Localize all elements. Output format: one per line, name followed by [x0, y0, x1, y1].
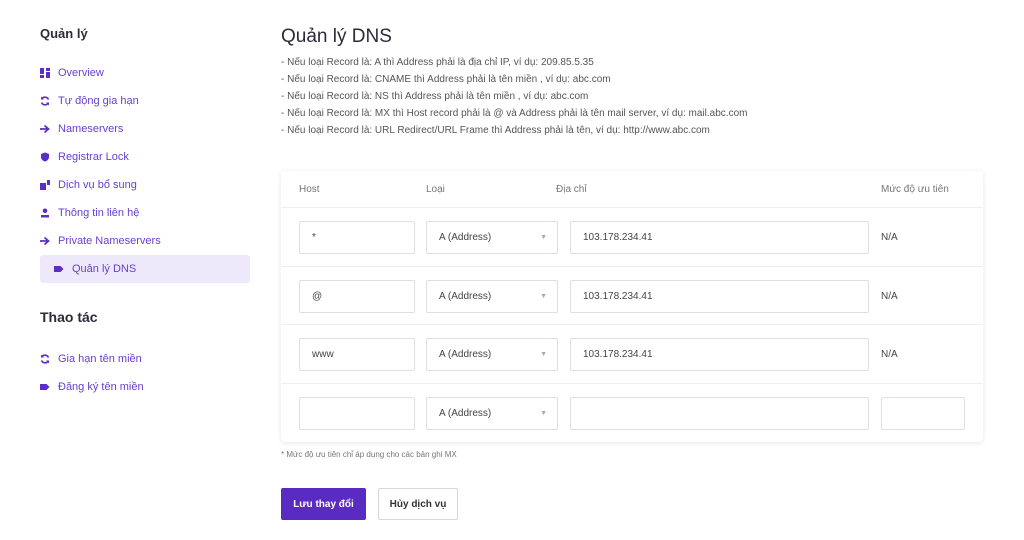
address-input[interactable]: 103.178.234.41 [570, 338, 869, 371]
record-type-select[interactable]: A (Address) ▼ [426, 396, 558, 430]
cancel-service-button[interactable]: Hủy dịch vụ [378, 488, 458, 520]
sidebar-item-label: Overview [58, 67, 104, 79]
sidebar-heading-actions: Thao tác [40, 309, 98, 325]
table-row: www A (Address) ▼ 103.178.234.41 N/A [281, 325, 983, 384]
sidebar-item-label: Quản lý DNS [72, 263, 137, 275]
sidebar-item-dns[interactable]: Quản lý DNS [40, 255, 250, 283]
sidebar-item-label: Registrar Lock [58, 151, 129, 163]
record-type-select[interactable]: A (Address) ▼ [426, 338, 558, 371]
table-row: * A (Address) ▼ 103.178.234.41 N/A [281, 208, 983, 267]
sidebar-item-auto-renew[interactable]: Tự động gia hạn [40, 87, 250, 115]
header-priority: Mức độ ưu tiên [881, 183, 949, 195]
sidebar-item-renew-domain[interactable]: Gia hạn tên miền [40, 345, 250, 373]
sidebar-actions-list: Gia hạn tên miền Đăng ký tên miền [40, 345, 250, 401]
priority-footnote: * Mức độ ưu tiên chỉ áp dụng cho các bản… [281, 450, 457, 459]
sidebar-manage-list: Overview Tự động gia hạn Nameservers Reg… [40, 59, 250, 283]
sidebar-item-contact[interactable]: Thông tin liên hệ [40, 199, 250, 227]
sidebar-item-private-nameservers[interactable]: Private Nameservers [40, 227, 250, 255]
sidebar-item-nameservers[interactable]: Nameservers [40, 115, 250, 143]
chevron-down-icon: ▼ [540, 351, 547, 358]
host-input[interactable] [299, 396, 415, 430]
record-notes: - Nếu loại Record là: A thì Address phải… [281, 54, 983, 139]
shield-icon [40, 152, 50, 162]
arrow-right-icon [40, 124, 50, 134]
sidebar-heading-manage: Quản lý [40, 26, 88, 41]
host-input[interactable]: * [299, 221, 415, 254]
note-item: - Nếu loại Record là: URL Redirect/URL F… [281, 125, 710, 136]
header-address: Địa chỉ [556, 183, 587, 195]
table-header: Host Loại Địa chỉ Mức độ ưu tiên [281, 171, 983, 208]
record-type-value: A (Address) [439, 232, 492, 243]
sidebar-item-label: Đăng ký tên miền [58, 381, 144, 393]
refresh-icon [40, 354, 50, 364]
chevron-down-icon: ▼ [540, 234, 547, 241]
tag-icon [54, 264, 64, 274]
sidebar-item-label: Gia hạn tên miền [58, 353, 142, 365]
priority-value: N/A [881, 290, 898, 302]
address-input[interactable]: 103.178.234.41 [570, 221, 869, 254]
note-item: - Nếu loại Record là: A thì Address phải… [281, 57, 594, 68]
tag-icon [40, 382, 50, 392]
sidebar-item-overview[interactable]: Overview [40, 59, 250, 87]
sidebar-item-registrar-lock[interactable]: Registrar Lock [40, 143, 250, 171]
address-input[interactable]: 103.178.234.41 [570, 279, 869, 313]
record-type-value: A (Address) [439, 290, 492, 302]
host-input[interactable]: www [299, 338, 415, 371]
header-type: Loại [426, 183, 445, 195]
sidebar-item-label: Private Nameservers [58, 235, 161, 247]
dns-records-table: Host Loại Địa chỉ Mức độ ưu tiên * A (Ad… [281, 171, 983, 442]
note-item: - Nếu loại Record là: NS thì Address phả… [281, 91, 589, 102]
user-icon [40, 208, 50, 218]
sidebar-item-label: Dịch vụ bổ sung [58, 179, 137, 191]
host-input[interactable]: @ [299, 279, 415, 313]
table-row-new: A (Address) ▼ [281, 384, 983, 443]
record-type-value: A (Address) [439, 407, 492, 419]
note-item: - Nếu loại Record là: CNAME thì Address … [281, 74, 611, 85]
sidebar-item-label: Nameservers [58, 123, 124, 135]
chevron-down-icon: ▼ [540, 409, 547, 417]
address-input[interactable] [570, 396, 869, 430]
sidebar-item-label: Thông tin liên hệ [58, 207, 140, 219]
refresh-icon [40, 96, 50, 106]
sidebar: Quản lý Overview Tự động gia hạn Nameser… [40, 26, 250, 401]
note-item: - Nếu loại Record là: MX thì Host record… [281, 108, 748, 119]
arrow-right-icon [40, 236, 50, 246]
priority-value: N/A [881, 349, 898, 360]
priority-value: N/A [881, 232, 898, 243]
record-type-select[interactable]: A (Address) ▼ [426, 279, 558, 313]
record-type-value: A (Address) [439, 349, 492, 360]
grid-icon [40, 68, 50, 78]
chevron-down-icon: ▼ [540, 292, 547, 300]
priority-input[interactable] [881, 396, 965, 430]
sidebar-item-addons[interactable]: Dịch vụ bổ sung [40, 171, 250, 199]
puzzle-icon [40, 180, 50, 190]
header-host: Host [299, 183, 320, 195]
page-title: Quản lý DNS [281, 26, 392, 47]
save-changes-button[interactable]: Lưu thay đổi [281, 488, 366, 520]
sidebar-item-label: Tự động gia hạn [58, 95, 139, 107]
record-type-select[interactable]: A (Address) ▼ [426, 221, 558, 254]
sidebar-item-register-domain[interactable]: Đăng ký tên miền [40, 373, 250, 401]
main-content: Quản lý DNS - Nếu loại Record là: A thì … [281, 26, 983, 520]
table-row: @ A (Address) ▼ 103.178.234.41 N/A [281, 267, 983, 325]
